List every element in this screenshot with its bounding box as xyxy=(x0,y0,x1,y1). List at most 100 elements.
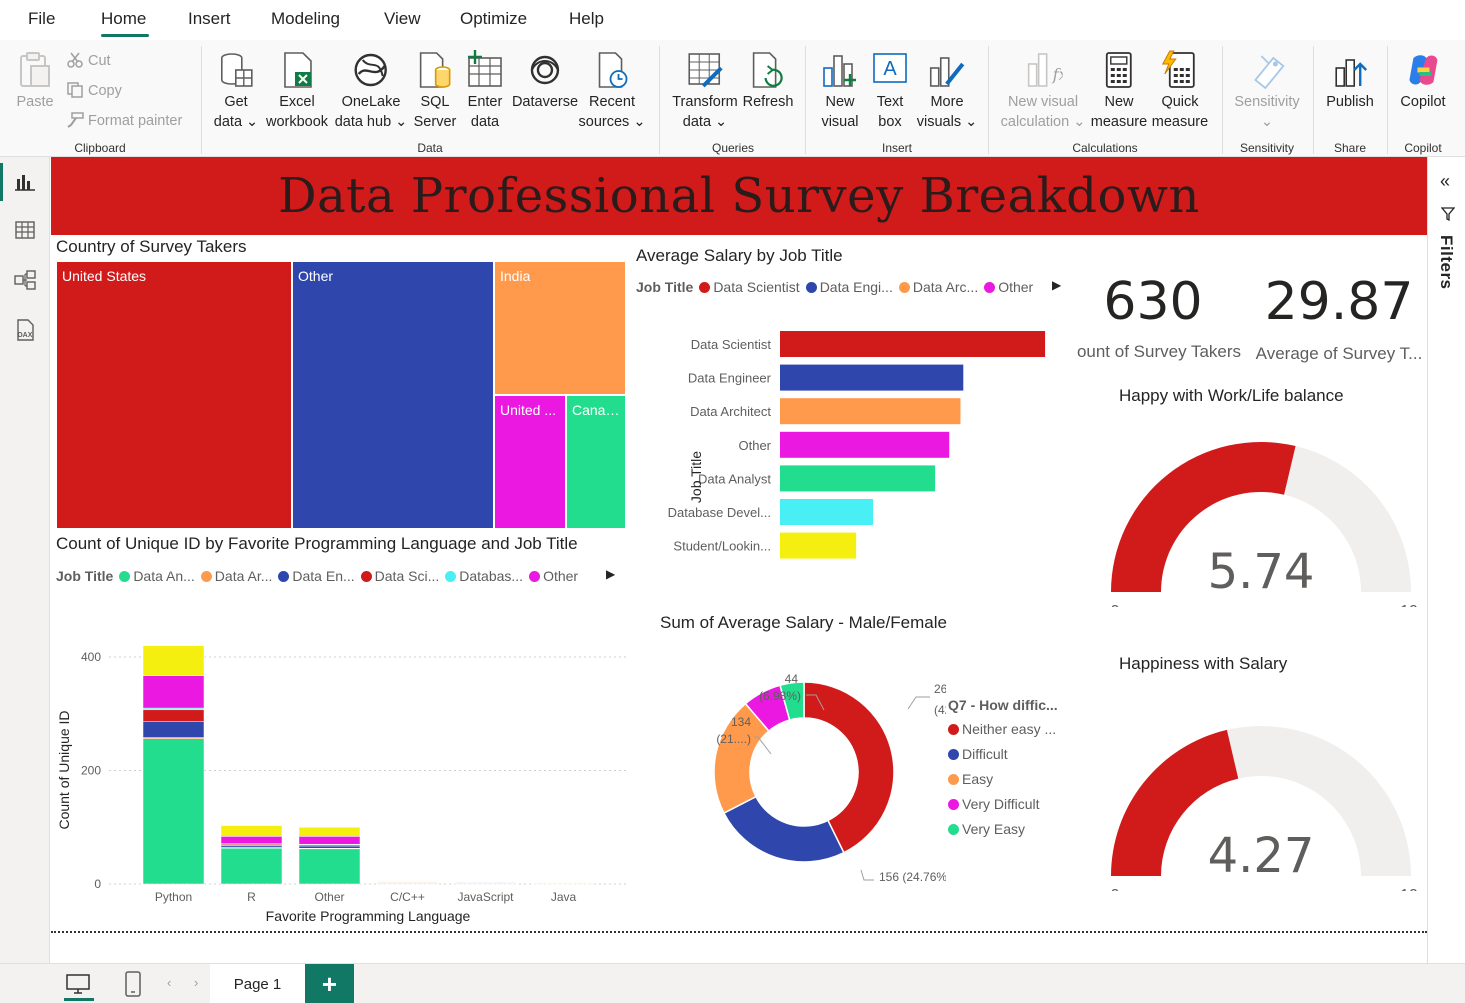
page-tab-page-1[interactable]: Page 1 xyxy=(210,964,305,1003)
y-axis-title: Job Title xyxy=(688,451,704,503)
menu-tab-modeling[interactable]: Modeling xyxy=(271,9,340,29)
transform-line1: Transform xyxy=(672,94,738,110)
model-view-button[interactable] xyxy=(0,257,50,303)
new-measure-line2: measure xyxy=(1090,114,1148,130)
report-view-button[interactable] xyxy=(0,159,50,205)
next-page-icon[interactable]: › xyxy=(194,975,198,990)
desktop-layout-icon[interactable] xyxy=(65,973,91,995)
legend-dot-icon xyxy=(445,570,457,582)
legend-item-difficult[interactable]: Difficult xyxy=(948,746,1088,762)
sensitivity-icon xyxy=(1253,55,1285,90)
legend-item-data-sci[interactable]: Data Sci... xyxy=(360,568,439,584)
donut-data-label: 134 xyxy=(731,715,751,729)
legend-dot-icon xyxy=(360,570,372,582)
calculator-icon xyxy=(1106,52,1132,88)
filter-funnel-icon xyxy=(1441,207,1455,221)
previous-page-icon[interactable]: ‹ xyxy=(167,975,171,990)
treemap-cell-united-states[interactable]: United States xyxy=(56,261,292,529)
legend-item-very-difficult[interactable]: Very Difficult xyxy=(948,796,1088,812)
filters-pane-label[interactable]: Filters xyxy=(1436,235,1456,290)
table-view-icon xyxy=(15,221,35,239)
dax-query-view-button[interactable]: DAX xyxy=(0,307,50,353)
legend-item-databas[interactable]: Databas... xyxy=(445,568,523,584)
bar-student-lookin xyxy=(780,532,857,559)
excel-icon xyxy=(284,52,312,88)
sensitivity-button[interactable]: Sensitivity ⌄ xyxy=(1234,50,1300,132)
legend-dot-icon xyxy=(948,773,959,785)
legend-item-data-engi[interactable]: Data Engi... xyxy=(805,279,893,295)
stack-segment-data-scientist-python xyxy=(142,709,205,722)
more-visuals-line2: visuals ⌄ xyxy=(916,114,978,130)
legend-item-other[interactable]: Other xyxy=(529,568,578,584)
y-tick-label: Other xyxy=(738,438,771,453)
copilot-icon xyxy=(1408,55,1437,85)
donut-chart: 269 (42.7%) 156 (24.76%) 134 (21....) 44 (6.98… xyxy=(713,672,946,884)
donut-data-label: (6.98%) xyxy=(759,689,801,703)
menu-tab-insert[interactable]: Insert xyxy=(188,9,231,29)
legend-dot-icon xyxy=(805,281,817,293)
cut-button[interactable]: Cut xyxy=(66,52,111,69)
format-painter-button[interactable]: Format painter xyxy=(66,112,182,129)
more-visuals-button[interactable]: More visuals ⌄ xyxy=(916,50,978,132)
legend-label: Data Ar... xyxy=(214,568,273,584)
treemap-cell-other[interactable]: Other xyxy=(292,261,494,529)
legend-item-data-ar[interactable]: Data Ar... xyxy=(200,568,273,584)
y-tick-label: 400 xyxy=(81,650,101,664)
treemap-cell-united[interactable]: United ... xyxy=(494,395,566,529)
new-measure-button[interactable]: New measure xyxy=(1091,50,1147,132)
onelake-data-hub-button[interactable]: OneLake data hub ⌄ xyxy=(335,50,407,132)
legend-item-easy[interactable]: Easy xyxy=(948,771,1088,787)
menu-tab-optimize[interactable]: Optimize xyxy=(460,9,527,29)
filters-pane-collapsed: « Filters xyxy=(1427,157,1465,963)
menu-tab-file[interactable]: File xyxy=(28,9,55,29)
expand-pane-icon[interactable]: « xyxy=(1440,171,1450,192)
new-visual-calculation-button[interactable]: fx New visual calculation ⌄ xyxy=(1001,50,1085,132)
legend-item-very-easy[interactable]: Very Easy xyxy=(948,821,1088,837)
text-box-line1: Text xyxy=(876,94,904,110)
add-page-button[interactable]: + xyxy=(305,964,354,1003)
paste-button[interactable]: Paste xyxy=(15,50,55,112)
legend-item-data-an[interactable]: Data An... xyxy=(119,568,195,584)
excel-workbook-button[interactable]: Excel workbook xyxy=(266,50,328,132)
legend-item-data-en[interactable]: Data En... xyxy=(278,568,355,584)
stack-segment-data-engineer-r xyxy=(220,845,283,848)
enter-data-button[interactable]: Enter data xyxy=(465,50,505,132)
x-tick-label: Other xyxy=(314,890,344,904)
legend-label: Data Engi... xyxy=(819,279,893,295)
legend-next-arrow-icon[interactable]: ▶ xyxy=(1052,278,1061,292)
menu-tab-view[interactable]: View xyxy=(384,9,421,29)
y-tick-label: Database Devel... xyxy=(668,505,771,520)
legend-label: Very Easy xyxy=(962,821,1026,837)
legend-item-other[interactable]: Other xyxy=(984,279,1033,295)
format-painter-label: Format painter xyxy=(88,113,183,129)
recent-sources-button[interactable]: Recent sources ⌄ xyxy=(579,50,645,132)
mobile-layout-icon[interactable] xyxy=(124,971,142,997)
get-data-button[interactable]: Get data ⌄ xyxy=(214,50,258,132)
quick-measure-button[interactable]: Quick measure xyxy=(1152,50,1208,132)
copy-button[interactable]: Copy xyxy=(66,82,122,99)
treemap-cell-india[interactable]: India xyxy=(494,261,626,395)
legend-item-neither-easy[interactable]: Neither easy ... xyxy=(948,721,1088,737)
legend-label: Databas... xyxy=(459,568,524,584)
menu-tab-home[interactable]: Home xyxy=(101,9,146,29)
copilot-group-label: Copilot xyxy=(1404,141,1442,155)
refresh-button[interactable]: Refresh xyxy=(743,50,793,112)
legend-item-data-scientist[interactable]: Data Scientist xyxy=(699,279,800,295)
transform-data-button[interactable]: Transform data ⌄ xyxy=(672,50,738,132)
sql-server-button[interactable]: SQL Server xyxy=(414,50,456,132)
new-visual-line1: New xyxy=(825,94,855,110)
table-view-button[interactable] xyxy=(0,207,50,253)
legend-next-arrow-icon[interactable]: ▶ xyxy=(606,567,615,581)
new-visual-button[interactable]: New visual xyxy=(820,50,860,132)
visual-calculation-icon: fx xyxy=(1028,53,1063,87)
bar-database-devel xyxy=(780,499,874,525)
menu-tab-help[interactable]: Help xyxy=(569,9,604,29)
treemap-cell-canada[interactable]: Canada xyxy=(566,395,626,529)
legend-item-data-arc[interactable]: Data Arc... xyxy=(898,279,978,295)
text-box-button[interactable]: A Text box xyxy=(870,50,910,132)
sql-server-icon xyxy=(420,52,451,88)
donut-slice-difficult xyxy=(722,795,845,863)
publish-button[interactable]: Publish xyxy=(1326,50,1374,112)
copilot-button[interactable]: Copilot xyxy=(1400,50,1446,112)
dataverse-button[interactable]: Dataverse xyxy=(512,50,578,112)
